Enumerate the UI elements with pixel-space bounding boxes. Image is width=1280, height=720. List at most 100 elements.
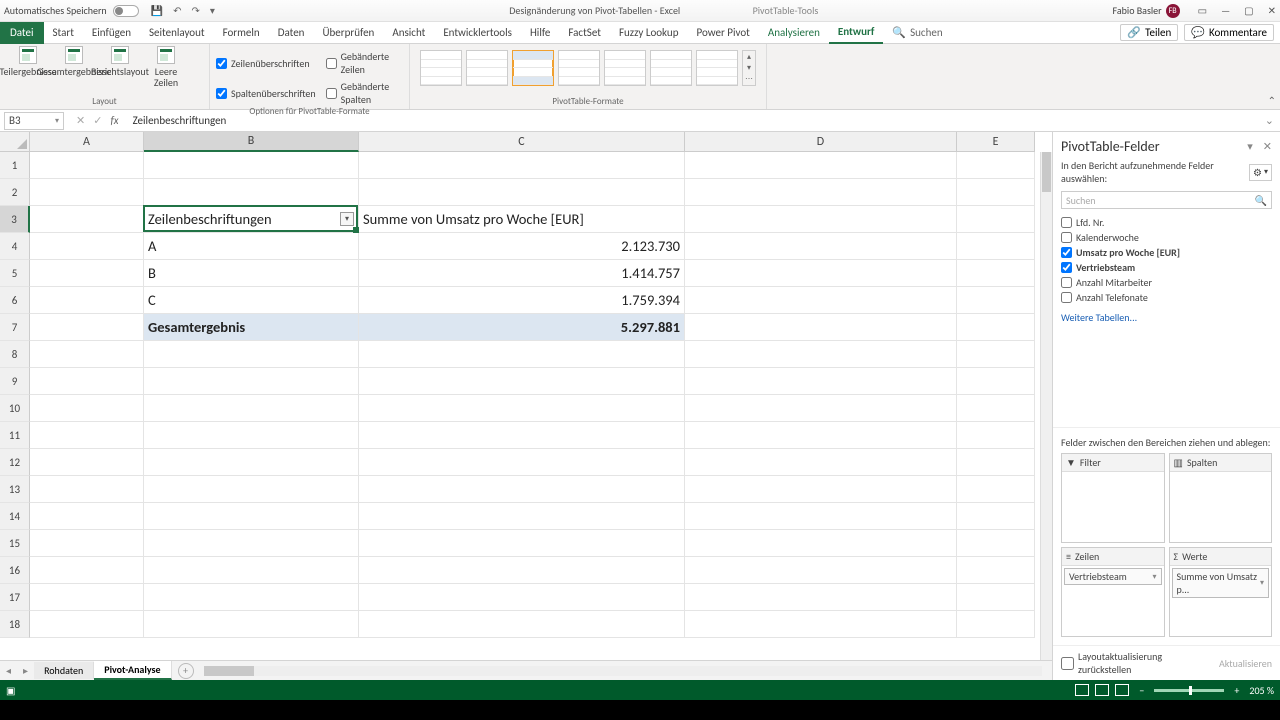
pane-menu-icon[interactable]: ▾ — [1247, 140, 1253, 153]
pane-settings-button[interactable]: ⚙▾ — [1249, 164, 1272, 181]
row-header[interactable]: 12 — [0, 449, 30, 476]
col-headers-checkbox[interactable]: Spaltenüberschriften — [216, 80, 316, 106]
save-icon[interactable]: 💾 — [151, 4, 163, 17]
more-tables-link[interactable]: Weitere Tabellen... — [1053, 307, 1280, 328]
cell[interactable] — [30, 314, 144, 341]
cell[interactable] — [685, 557, 957, 584]
tab-help[interactable]: Hilfe — [521, 22, 559, 44]
cell[interactable] — [957, 395, 1035, 422]
cell[interactable] — [30, 233, 144, 260]
cell[interactable] — [30, 368, 144, 395]
row-header[interactable]: 8 — [0, 341, 30, 368]
cell[interactable] — [30, 611, 144, 638]
row-header[interactable]: 11 — [0, 422, 30, 449]
add-sheet-button[interactable]: + — [178, 663, 194, 679]
cell[interactable] — [685, 368, 957, 395]
sheet-nav-next[interactable]: ▸ — [17, 664, 34, 677]
cell[interactable] — [957, 152, 1035, 179]
tab-insert[interactable]: Einfügen — [83, 22, 140, 44]
collapse-ribbon-icon[interactable]: ⌃ — [1268, 94, 1276, 107]
field-item[interactable]: Anzahl Mitarbeiter — [1061, 275, 1272, 290]
cell[interactable] — [359, 557, 685, 584]
field-item[interactable]: Anzahl Telefonate — [1061, 290, 1272, 305]
cell[interactable] — [359, 503, 685, 530]
tab-review[interactable]: Überprüfen — [313, 22, 383, 44]
cell[interactable] — [30, 422, 144, 449]
pivot-styles-gallery[interactable]: ▴▾⋯ — [416, 46, 760, 90]
cell[interactable] — [685, 503, 957, 530]
column-header[interactable]: A — [30, 132, 144, 152]
cell[interactable] — [359, 449, 685, 476]
cell[interactable] — [685, 287, 957, 314]
zoom-out-icon[interactable]: − — [1139, 684, 1144, 697]
style-thumb[interactable] — [604, 50, 646, 86]
close-icon[interactable]: ✕ — [1268, 4, 1276, 17]
cell[interactable] — [144, 179, 359, 206]
zoom-level[interactable]: 205 % — [1249, 684, 1274, 697]
banded-cols-checkbox[interactable]: Gebänderte Spalten — [326, 80, 403, 106]
style-thumb[interactable] — [466, 50, 508, 86]
cell[interactable] — [685, 422, 957, 449]
cell[interactable] — [359, 611, 685, 638]
cell[interactable] — [30, 476, 144, 503]
rows-area[interactable]: ≡Zeilen Vertriebsteam▾ — [1061, 547, 1165, 637]
cell[interactable] — [144, 341, 359, 368]
cell[interactable] — [685, 206, 957, 233]
pagebreak-view-icon[interactable] — [1115, 684, 1129, 696]
cell[interactable] — [144, 395, 359, 422]
cell[interactable] — [957, 341, 1035, 368]
cell[interactable] — [30, 179, 144, 206]
tab-formulas[interactable]: Formeln — [214, 22, 269, 44]
defer-checkbox[interactable] — [1061, 657, 1074, 670]
style-thumb[interactable] — [420, 50, 462, 86]
tab-analyze[interactable]: Analysieren — [759, 22, 829, 44]
zoom-slider[interactable] — [1154, 689, 1224, 692]
tab-powerpivot[interactable]: Power Pivot — [687, 22, 758, 44]
autosave-toggle[interactable]: Automatisches Speichern — [4, 4, 139, 17]
cell[interactable] — [144, 557, 359, 584]
row-header[interactable]: 6 — [0, 287, 30, 314]
cell[interactable] — [30, 584, 144, 611]
cell[interactable] — [30, 530, 144, 557]
field-item[interactable]: Vertriebsteam — [1061, 260, 1272, 275]
cell[interactable] — [359, 368, 685, 395]
reportlayout-button[interactable]: Berichtslayout — [98, 46, 142, 88]
cell[interactable] — [957, 368, 1035, 395]
cell[interactable] — [30, 287, 144, 314]
column-header[interactable]: C — [359, 132, 685, 152]
cell[interactable] — [685, 260, 957, 287]
cell[interactable] — [359, 341, 685, 368]
cell[interactable] — [957, 611, 1035, 638]
cell[interactable] — [685, 152, 957, 179]
row-header[interactable]: 14 — [0, 503, 30, 530]
cell[interactable] — [685, 179, 957, 206]
cell[interactable] — [685, 530, 957, 557]
row-headers-checkbox[interactable]: Zeilenüberschriften — [216, 50, 310, 76]
cell[interactable] — [30, 449, 144, 476]
normal-view-icon[interactable] — [1075, 684, 1089, 696]
zoom-in-icon[interactable]: + — [1234, 684, 1239, 697]
tab-pagelayout[interactable]: Seitenlayout — [140, 22, 214, 44]
style-thumb[interactable] — [650, 50, 692, 86]
cell[interactable]: 1.759.394 — [359, 287, 685, 314]
columns-area[interactable]: ▥Spalten — [1169, 453, 1273, 543]
values-area[interactable]: ΣWerte Summe von Umsatz p...▾ — [1169, 547, 1273, 637]
cell[interactable]: Gesamtergebnis — [144, 314, 359, 341]
field-item[interactable]: Kalenderwoche — [1061, 230, 1272, 245]
cell[interactable] — [30, 341, 144, 368]
horizontal-scrollbar[interactable] — [204, 666, 1042, 676]
row-header[interactable]: 4 — [0, 233, 30, 260]
cell[interactable] — [685, 584, 957, 611]
field-item[interactable]: Lfd. Nr. — [1061, 215, 1272, 230]
cell[interactable] — [957, 503, 1035, 530]
cell[interactable] — [144, 584, 359, 611]
cell[interactable]: 5.297.881 — [359, 314, 685, 341]
undo-icon[interactable]: ↶ — [173, 4, 181, 17]
tab-fuzzy[interactable]: Fuzzy Lookup — [610, 22, 688, 44]
tab-design[interactable]: Entwurf — [829, 22, 883, 44]
cell[interactable] — [685, 395, 957, 422]
row-header[interactable]: 10 — [0, 395, 30, 422]
select-all-button[interactable] — [0, 132, 30, 152]
cell[interactable] — [30, 557, 144, 584]
row-header[interactable]: 2 — [0, 179, 30, 206]
